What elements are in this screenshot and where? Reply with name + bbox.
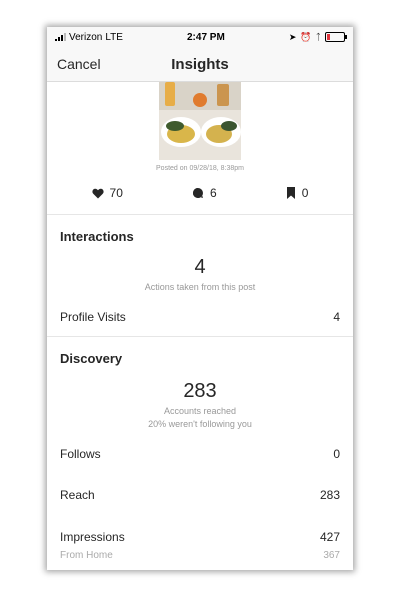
impressions-value: 427 <box>319 530 340 544</box>
cancel-button[interactable]: Cancel <box>57 56 101 72</box>
phone-screen: Verizon LTE 2:47 PM ➤ ⏰ ᛏ Cancel Insight… <box>47 27 353 570</box>
saves-stat: 0 <box>286 186 309 200</box>
profile-visits-label: Profile Visits <box>60 310 126 324</box>
carrier-label: Verizon <box>69 31 103 43</box>
actions-label: Actions taken from this post <box>144 282 256 292</box>
engagement-stats: 70 6 0 <box>47 172 353 215</box>
follows-row[interactable]: Follows 0 <box>47 447 353 461</box>
reach-row[interactable]: Reach 283 <box>47 488 353 502</box>
follows-value: 0 <box>333 447 340 461</box>
interactions-title: Interactions <box>60 229 134 244</box>
profile-visits-row[interactable]: Profile Visits 4 <box>47 310 353 324</box>
status-time: 2:47 PM <box>187 31 225 43</box>
network-label: LTE <box>105 31 123 43</box>
impressions-label: Impressions <box>60 530 125 544</box>
accounts-reached-label: Accounts reached <box>163 406 237 416</box>
location-icon: ➤ <box>288 31 297 42</box>
reach-value: 283 <box>319 488 340 502</box>
from-home-row: From Home 367 <box>47 550 353 561</box>
comments-stat: 6 <box>192 186 217 200</box>
saves-count: 0 <box>301 186 309 200</box>
signal-strength-icon <box>55 33 66 41</box>
impressions-row[interactable]: Impressions 427 <box>47 530 353 544</box>
discovery-title: Discovery <box>60 351 123 366</box>
alarm-icon: ⏰ <box>300 31 312 42</box>
navigation-bar: Cancel Insights <box>47 47 353 82</box>
posted-date: Posted on 09/28/18, 8:38pm <box>156 165 244 172</box>
comment-bubble-icon <box>192 187 203 198</box>
comments-count: 6 <box>209 186 217 200</box>
from-home-label: From Home <box>60 550 113 561</box>
bluetooth-icon: ᛏ <box>315 32 321 42</box>
post-preview: Posted on 09/28/18, 8:38pm <box>47 82 353 172</box>
discovery-section: Discovery 283 Accounts reached 20% weren… <box>47 337 353 561</box>
from-home-value: 367 <box>323 550 340 561</box>
accounts-reached-count: 283 <box>183 380 217 402</box>
battery-icon <box>325 32 347 42</box>
battery-level <box>327 34 331 40</box>
heart-icon <box>91 188 104 198</box>
status-bar: Verizon LTE 2:47 PM ➤ ⏰ ᛏ <box>47 27 353 47</box>
not-following-label: 20% weren't following you <box>148 419 252 429</box>
profile-visits-value: 4 <box>333 310 340 324</box>
bookmark-icon <box>286 187 295 199</box>
reach-label: Reach <box>60 488 95 502</box>
follows-label: Follows <box>60 447 101 461</box>
likes-count: 70 <box>109 186 123 200</box>
interactions-section: Interactions 4 Actions taken from this p… <box>47 215 353 337</box>
post-thumbnail <box>159 82 241 160</box>
actions-count: 4 <box>194 256 206 278</box>
likes-stat: 70 <box>91 186 123 200</box>
